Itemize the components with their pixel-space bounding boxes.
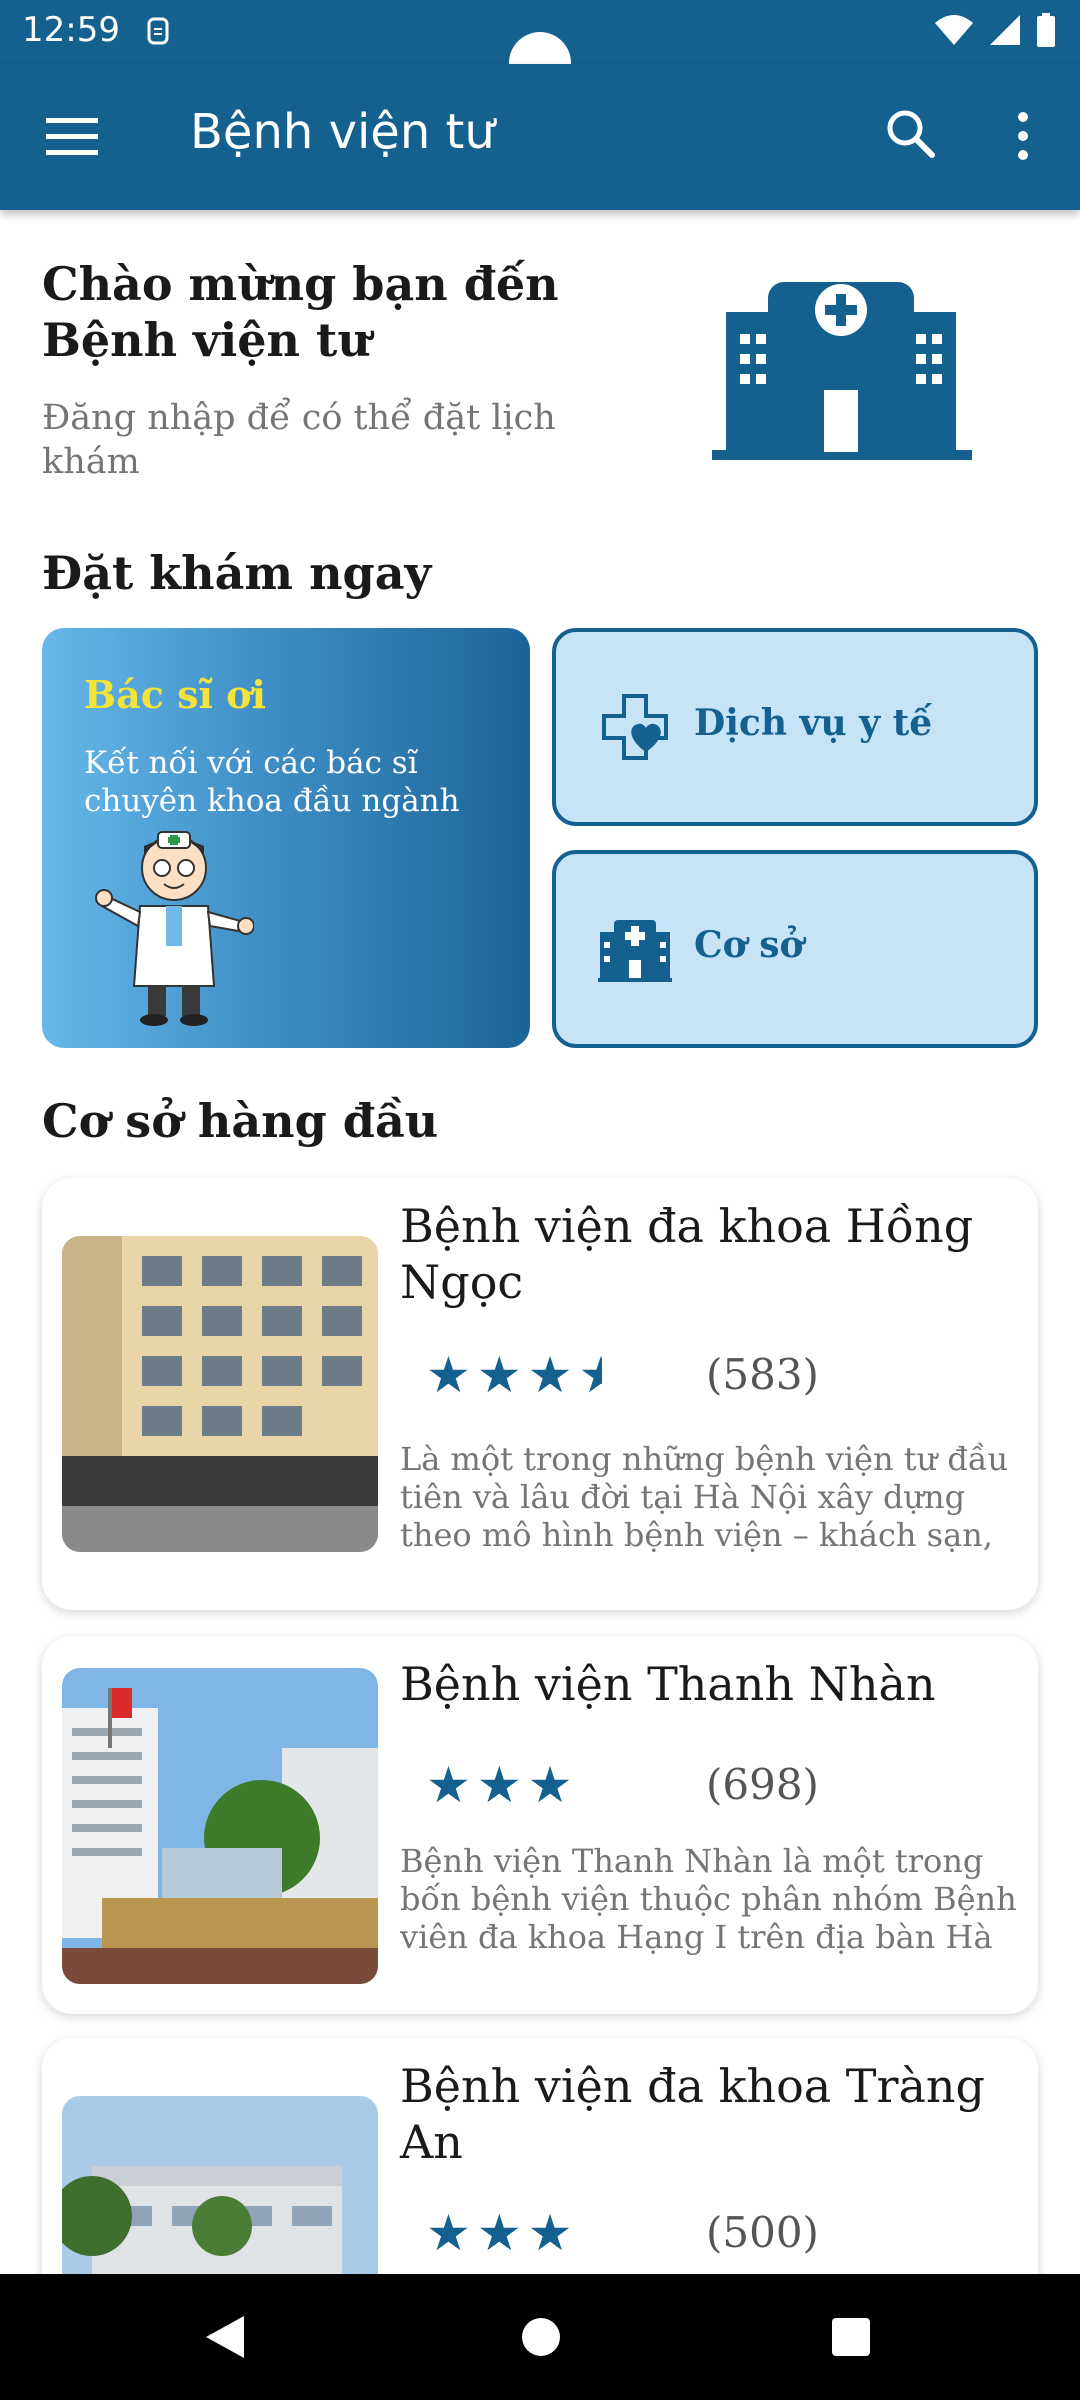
status-time: 12:59 <box>22 10 120 50</box>
facility-description: Bệnh viện Thanh Nhàn là một trong bốn bệ… <box>400 1842 1017 1956</box>
half-star-icon: ★ <box>578 1346 602 1404</box>
facility-name: Bệnh viện Thanh Nhàn <box>400 1657 936 1711</box>
facilities-button[interactable]: Cơ sở <box>552 850 1038 1048</box>
medical-heart-icon <box>602 694 668 760</box>
signal-icon <box>990 15 1020 45</box>
back-icon[interactable] <box>200 2312 250 2362</box>
section-title-booking: Đặt khám ngay <box>42 546 432 600</box>
rating-stars: ★★★ <box>426 2204 579 2262</box>
facilities-label: Cơ sở <box>694 924 804 966</box>
hospital-building-icon <box>598 920 672 982</box>
welcome-subtitle: Đăng nhập để có thể đặt lịch khám <box>42 398 556 482</box>
battery-icon <box>1037 13 1055 47</box>
app-bar: Bệnh viện tư <box>0 64 1080 210</box>
medical-services-label: Dịch vụ y tế <box>694 702 933 744</box>
navigation-bar <box>0 2274 1080 2400</box>
rating-stars: ★★★★ <box>426 1346 602 1404</box>
facility-name: Bệnh viện đa khoa Hồng Ngọc <box>400 1199 974 1309</box>
app-title: Bệnh viện tư <box>190 104 495 160</box>
hospital-building-illustration <box>712 282 972 460</box>
review-count: (698) <box>706 1760 819 1809</box>
facility-description: Là một trong những bệnh viện tư đầu tiên… <box>400 1440 1009 1554</box>
rating-stars: ★★★ <box>426 1756 579 1814</box>
status-bar: 12:59 <box>0 0 1080 94</box>
welcome-title: Chào mừng bạn đến Bệnh viện tư <box>42 257 559 367</box>
facility-name: Bệnh viện đa khoa Tràng An <box>400 2059 985 2169</box>
search-icon[interactable] <box>880 104 940 164</box>
review-count: (583) <box>706 1350 819 1399</box>
wifi-icon <box>935 15 973 45</box>
doctor-illustration <box>95 831 254 1026</box>
sim-card-icon <box>147 17 169 45</box>
doctor-card[interactable]: Bác sĩ ơi Kết nối với các bác sĩ chuyên … <box>42 628 530 1048</box>
menu-icon[interactable] <box>44 114 102 160</box>
medical-services-button[interactable]: Dịch vụ y tế <box>552 628 1038 826</box>
facility-photo <box>62 1668 378 1984</box>
doctor-card-title: Bác sĩ ơi <box>84 672 266 717</box>
status-icons <box>934 12 1056 48</box>
doctor-card-description: Kết nối với các bác sĩ chuyên khoa đầu n… <box>84 745 460 819</box>
section-title-top-facilities: Cơ sở hàng đầu <box>42 1094 439 1148</box>
more-vert-icon[interactable] <box>1006 108 1040 164</box>
home-icon[interactable] <box>516 2312 566 2362</box>
facility-photo <box>62 1236 378 1552</box>
review-count: (500) <box>706 2208 819 2257</box>
facility-card[interactable]: Bệnh viện đa khoa Hồng Ngọc ★★★★ (583) L… <box>42 1178 1038 1610</box>
recents-icon[interactable] <box>826 2312 876 2362</box>
facility-card[interactable]: Bệnh viện Thanh Nhàn ★★★ (698) Bệnh viện… <box>42 1636 1038 2014</box>
